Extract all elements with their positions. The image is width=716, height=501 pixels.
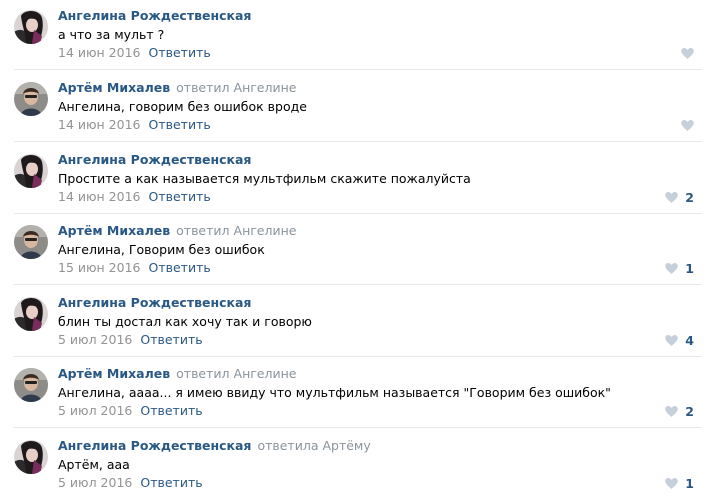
comment-date-link[interactable]: 14 июн 2016 [58,45,140,60]
comment-text: Ангелина, аааа... я имею ввиду что мульт… [58,385,611,400]
avatar[interactable] [14,225,48,259]
reply-button[interactable]: Ответить [148,117,210,132]
comment-date-link[interactable]: 5 июл 2016 [58,332,132,347]
comment-date-link[interactable]: 14 июн 2016 [58,117,140,132]
avatar[interactable] [14,440,48,474]
avatar[interactable] [14,10,48,44]
comment-author-line: Артём Михалев ответил Ангелине [58,366,296,382]
author-name-link[interactable]: Артём Михалев [58,366,170,381]
author-name-link[interactable]: Ангелина Рождественская [58,8,251,23]
like-button[interactable] [681,117,694,133]
comment-date-link[interactable]: 14 июн 2016 [58,189,140,204]
like-button[interactable]: 1 [665,475,694,491]
author-name-link[interactable]: Артём Михалев [58,80,170,95]
comment-item: Артём Михалев ответил Ангелине Ангелина, … [0,215,716,287]
like-button[interactable] [681,45,694,61]
comment-author-line: Артём Михалев ответил Ангелине [58,223,296,239]
comment-author-line: Ангелина Рождественская [58,152,251,168]
like-button[interactable]: 4 [665,332,694,348]
heart-icon [681,119,694,131]
comment-divider [14,69,702,70]
comment-text: Ангелина, Говорим без ошибок [58,242,265,257]
heart-icon [665,191,679,203]
comment-text: Артём, ааа [58,457,130,472]
like-count: 1 [685,475,694,491]
reply-to-target-link[interactable]: Ангелине [234,80,297,95]
comment-item: Ангелина Рождественская а что за мульт ? 1… [0,0,716,72]
comment-item: Ангелина Рождественская ответила Артёму А… [0,430,716,501]
heart-icon [665,477,679,489]
heart-icon [681,47,694,59]
comment-meta: 14 июн 2016 Ответить [58,45,211,61]
comment-divider [14,284,702,285]
comment-text: блин ты достал как хочу так и говорю [58,314,312,329]
comment-date-link[interactable]: 15 июн 2016 [58,260,140,275]
like-count: 4 [685,332,694,348]
comment-text: Простите а как называется мультфильм ска… [58,171,471,186]
comment-item: Артём Михалев ответил Ангелине Ангелина, … [0,72,716,144]
heart-icon [665,334,679,346]
comment-meta: 14 июн 2016 Ответить [58,117,211,133]
comment-text: а что за мульт ? [58,27,165,42]
reply-button[interactable]: Ответить [148,189,210,204]
comment-author-line: Ангелина Рождественская [58,8,251,24]
like-button[interactable]: 2 [665,189,694,205]
comment-divider [14,427,702,428]
comment-divider [14,141,702,142]
comment-author-line: Ангелина Рождественская ответила Артёму [58,438,371,454]
comment-meta: 15 июн 2016 Ответить [58,260,211,276]
comment-date-link[interactable]: 5 июл 2016 [58,475,132,490]
avatar[interactable] [14,368,48,402]
reply-to-label: ответил [176,80,230,95]
like-count: 1 [685,260,694,276]
comment-meta: 14 июн 2016 Ответить [58,189,211,205]
reply-button[interactable]: Ответить [148,260,210,275]
comment-meta: 5 июл 2016 Ответить [58,332,203,348]
comment-text: Ангелина, говорим без ошибок вроде [58,99,307,114]
reply-button[interactable]: Ответить [140,475,202,490]
comment-meta: 5 июл 2016 Ответить [58,403,203,419]
comment-date-link[interactable]: 5 июл 2016 [58,403,132,418]
author-name-link[interactable]: Артём Михалев [58,223,170,238]
author-name-link[interactable]: Ангелина Рождественская [58,295,251,310]
heart-icon [665,262,679,274]
comment-item: Ангелина Рождественская Простите а как на… [0,144,716,216]
like-count: 2 [685,189,694,205]
comment-meta: 5 июл 2016 Ответить [58,475,203,491]
comment-author-line: Артём Михалев ответил Ангелине [58,80,296,96]
like-count: 2 [685,403,694,419]
comment-divider [14,356,702,357]
avatar[interactable] [14,154,48,188]
avatar[interactable] [14,82,48,116]
avatar[interactable] [14,297,48,331]
reply-to-label: ответил [176,223,230,238]
comment-item: Ангелина Рождественская блин ты достал ка… [0,287,716,359]
author-name-link[interactable]: Ангелина Рождественская [58,152,251,167]
reply-button[interactable]: Ответить [140,332,202,347]
reply-to-target-link[interactable]: Артёму [322,438,370,453]
like-button[interactable]: 1 [665,260,694,276]
comment-divider [14,213,702,214]
comment-author-line: Ангелина Рождественская [58,295,251,311]
comment-item: Артём Михалев ответил Ангелине Ангелина, … [0,358,716,430]
reply-button[interactable]: Ответить [140,403,202,418]
reply-to-label: ответил [176,366,230,381]
reply-button[interactable]: Ответить [148,45,210,60]
heart-icon [665,405,679,417]
like-button[interactable]: 2 [665,403,694,419]
comment-thread: Ангелина Рождественская а что за мульт ? 1… [0,0,716,501]
reply-to-target-link[interactable]: Ангелине [234,223,297,238]
author-name-link[interactable]: Ангелина Рождественская [58,438,251,453]
reply-to-target-link[interactable]: Ангелине [234,366,297,381]
reply-to-label: ответила [257,438,319,453]
